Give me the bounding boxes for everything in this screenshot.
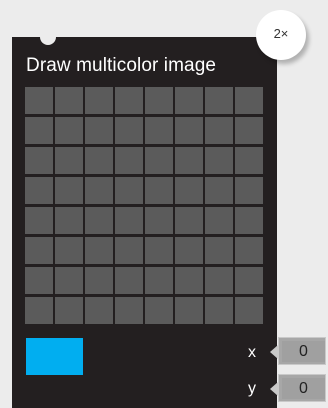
param-y-arrow-icon [270, 382, 278, 396]
block-notch [40, 37, 56, 45]
grid-cell[interactable] [25, 117, 53, 144]
grid-cell[interactable] [145, 177, 173, 204]
grid-cell[interactable] [25, 267, 53, 294]
grid-cell[interactable] [85, 117, 113, 144]
grid-cell[interactable] [115, 207, 143, 234]
color-swatch[interactable] [26, 338, 83, 375]
grid-cell[interactable] [85, 147, 113, 174]
pixel-grid [25, 87, 265, 325]
grid-cell[interactable] [25, 87, 53, 114]
grid-cell[interactable] [175, 237, 203, 264]
grid-cell[interactable] [235, 207, 263, 234]
grid-cell[interactable] [55, 177, 83, 204]
grid-cell[interactable] [55, 267, 83, 294]
grid-cell[interactable] [55, 297, 83, 324]
grid-cell[interactable] [25, 177, 53, 204]
grid-cell[interactable] [205, 207, 233, 234]
grid-cell[interactable] [115, 87, 143, 114]
grid-cell[interactable] [115, 177, 143, 204]
multiplier-badge[interactable]: 2× [256, 10, 306, 60]
grid-cell[interactable] [55, 147, 83, 174]
grid-cell[interactable] [85, 297, 113, 324]
grid-cell[interactable] [85, 267, 113, 294]
grid-cell[interactable] [145, 297, 173, 324]
grid-cell[interactable] [55, 207, 83, 234]
grid-cell[interactable] [145, 207, 173, 234]
grid-cell[interactable] [55, 237, 83, 264]
grid-cell[interactable] [115, 267, 143, 294]
grid-cell[interactable] [85, 87, 113, 114]
grid-cell[interactable] [175, 297, 203, 324]
param-x-label: x [248, 344, 256, 361]
grid-cell[interactable] [145, 117, 173, 144]
grid-cell[interactable] [55, 117, 83, 144]
grid-cell[interactable] [175, 267, 203, 294]
grid-cell[interactable] [25, 147, 53, 174]
grid-cell[interactable] [145, 87, 173, 114]
grid-cell[interactable] [235, 87, 263, 114]
grid-cell[interactable] [115, 297, 143, 324]
grid-cell[interactable] [175, 177, 203, 204]
grid-cell[interactable] [25, 237, 53, 264]
grid-cell[interactable] [55, 87, 83, 114]
grid-cell[interactable] [235, 177, 263, 204]
grid-cell[interactable] [205, 147, 233, 174]
grid-cell[interactable] [25, 207, 53, 234]
param-y-label: y [248, 380, 256, 397]
grid-cell[interactable] [235, 147, 263, 174]
grid-cell[interactable] [205, 237, 233, 264]
param-x-input[interactable]: 0 [270, 337, 328, 367]
grid-cell[interactable] [235, 237, 263, 264]
grid-cell[interactable] [85, 237, 113, 264]
param-y-input[interactable]: 0 [270, 374, 328, 404]
grid-cell[interactable] [205, 117, 233, 144]
grid-cell[interactable] [85, 177, 113, 204]
grid-cell[interactable] [235, 117, 263, 144]
param-x-arrow-icon [270, 345, 278, 359]
grid-cell[interactable] [175, 117, 203, 144]
grid-cell[interactable] [175, 147, 203, 174]
param-x-value[interactable]: 0 [282, 341, 325, 362]
grid-cell[interactable] [145, 267, 173, 294]
grid-cell[interactable] [115, 117, 143, 144]
block-title: Draw multicolor image [26, 55, 217, 76]
grid-cell[interactable] [175, 207, 203, 234]
grid-cell[interactable] [145, 147, 173, 174]
grid-cell[interactable] [85, 207, 113, 234]
grid-cell[interactable] [235, 297, 263, 324]
grid-cell[interactable] [205, 267, 233, 294]
grid-cell[interactable] [205, 177, 233, 204]
grid-cell[interactable] [25, 297, 53, 324]
grid-cell[interactable] [235, 267, 263, 294]
grid-cell[interactable] [175, 87, 203, 114]
grid-cell[interactable] [115, 237, 143, 264]
grid-cell[interactable] [145, 237, 173, 264]
grid-cell[interactable] [205, 297, 233, 324]
grid-cell[interactable] [205, 87, 233, 114]
grid-cell[interactable] [115, 147, 143, 174]
param-y-value[interactable]: 0 [282, 378, 325, 399]
